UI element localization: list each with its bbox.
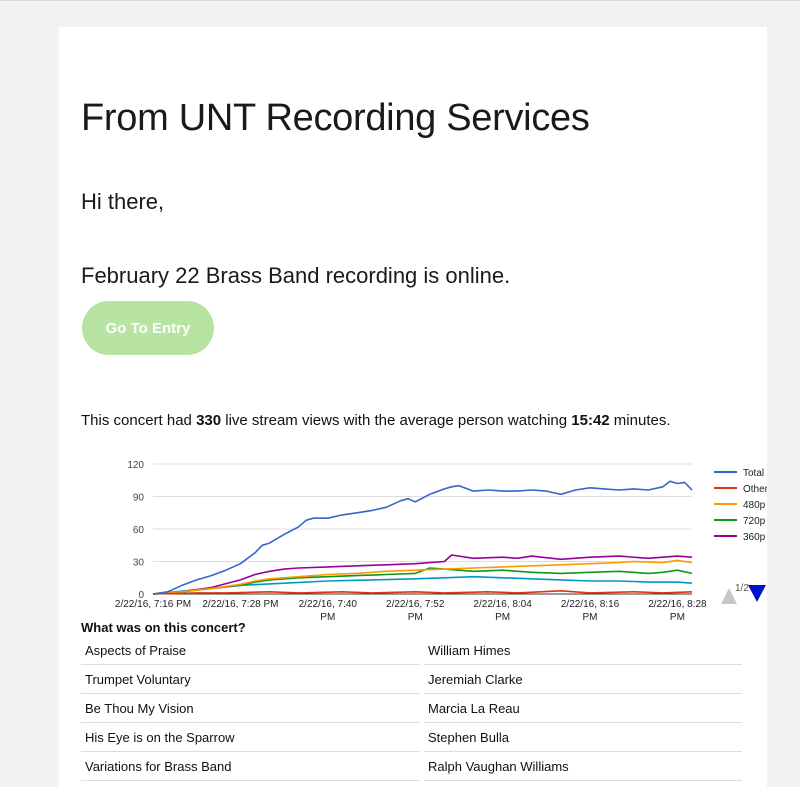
- x-tick-label: 2/22/16, 7:28 PM: [202, 599, 278, 610]
- program-composer: Marcia La Reau: [424, 693, 742, 723]
- y-tick-label: 30: [133, 558, 145, 569]
- program-row: Variations for Brass Band Ralph Vaughan W…: [81, 751, 742, 781]
- stats-duration: 15:42: [571, 412, 610, 429]
- x-tick-label-line: PM: [495, 612, 510, 622]
- program-piece: Trumpet Voluntary: [81, 664, 420, 694]
- program-row: Be Thou My Vision Marcia La Reau: [81, 693, 742, 723]
- program-piece: Be Thou My Vision: [81, 693, 420, 723]
- legend-next-arrow-icon[interactable]: [748, 585, 766, 602]
- legend-label: 720p Stre: [743, 516, 767, 527]
- x-tick-label-line: PM: [583, 612, 598, 622]
- program-row: His Eye is on the Sparrow Stephen Bulla: [81, 722, 742, 752]
- stats-middle: live stream views with the average perso…: [221, 412, 572, 429]
- stats-views: 330: [196, 412, 222, 429]
- views-chart: 0 30 60 90 120 2/22/16, 7:16 PM 2/22/16, 7:28 …: [97, 452, 767, 622]
- program-piece: Variations for Brass Band: [81, 751, 420, 781]
- x-tick-label: 2/22/16, 7:16 PM: [115, 599, 191, 610]
- x-tick-label: 2/22/16, 8:16 PM: [561, 599, 620, 622]
- x-tick-label-line: 2/22/16, 7:40: [299, 599, 358, 610]
- legend-page-indicator: 1/2: [735, 583, 749, 594]
- x-tick-label-line: PM: [408, 612, 423, 622]
- announcement-text: February 22 Brass Band recording is onli…: [81, 263, 511, 288]
- program-composer: Stephen Bulla: [424, 722, 742, 752]
- program-heading: What was on this concert?: [81, 620, 246, 635]
- x-tick-label: 2/22/16, 7:52 PM: [386, 599, 445, 622]
- x-tick-label-line: 2/22/16, 8:16: [561, 599, 620, 610]
- stats-suffix: minutes.: [609, 412, 671, 429]
- program-composer: Jeremiah Clarke: [424, 664, 742, 694]
- x-tick-label: 2/22/16, 7:40 PM: [299, 599, 358, 622]
- x-tick-label-line: PM: [670, 612, 685, 622]
- program-row: Trumpet Voluntary Jeremiah Clarke: [81, 664, 742, 694]
- y-tick-label: 120: [127, 460, 144, 471]
- program-piece: Aspects of Praise: [81, 636, 420, 665]
- x-tick-label-line: PM: [320, 612, 335, 622]
- x-tick-label-line: 2/22/16, 7:16 PM: [115, 599, 191, 610]
- email-card: From UNT Recording Services Hi there, Fe…: [59, 27, 767, 787]
- x-tick-label-line: 2/22/16, 7:28 PM: [202, 599, 278, 610]
- x-tick-label: 2/22/16, 8:04 PM: [473, 599, 532, 622]
- program-composer: Ralph Vaughan Williams: [424, 751, 742, 781]
- x-tick-label-line: 2/22/16, 8:04: [473, 599, 532, 610]
- stats-sentence: This concert had 330 live stream views w…: [81, 412, 671, 429]
- y-tick-label: 90: [133, 493, 145, 504]
- program-row: Aspects of Praise William Himes: [81, 636, 742, 665]
- y-tick-label: 60: [133, 525, 145, 536]
- legend-label: Other: [743, 484, 767, 495]
- top-divider: [0, 0, 800, 1]
- series-line-480p-stre: [152, 559, 693, 595]
- series-line-total: [152, 480, 693, 595]
- x-tick-label: 2/22/16, 8:28 PM: [648, 599, 707, 622]
- stats-prefix: This concert had: [81, 412, 197, 429]
- greeting-text: Hi there,: [81, 189, 165, 214]
- views-chart-svg: 03060901202/22/16, 7:16 PM 2/22/16, 7:28 …: [115, 460, 767, 622]
- program-composer: William Himes: [424, 636, 742, 665]
- legend-label: Total: [743, 468, 764, 479]
- series-line-360p-stre: [152, 554, 693, 595]
- x-tick-label-line: 2/22/16, 7:52: [386, 599, 445, 610]
- program-piece: His Eye is on the Sparrow: [81, 722, 420, 752]
- email-title: From UNT Recording Services: [81, 97, 590, 139]
- go-to-entry-button[interactable]: Go To Entry: [82, 301, 214, 355]
- x-tick-label-line: 2/22/16, 8:28: [648, 599, 707, 610]
- legend-label: 480p Stre: [743, 500, 767, 511]
- legend-label: 360p Stre: [743, 532, 767, 543]
- program-table: Aspects of Praise William Himes Trumpet Vo…: [81, 636, 742, 781]
